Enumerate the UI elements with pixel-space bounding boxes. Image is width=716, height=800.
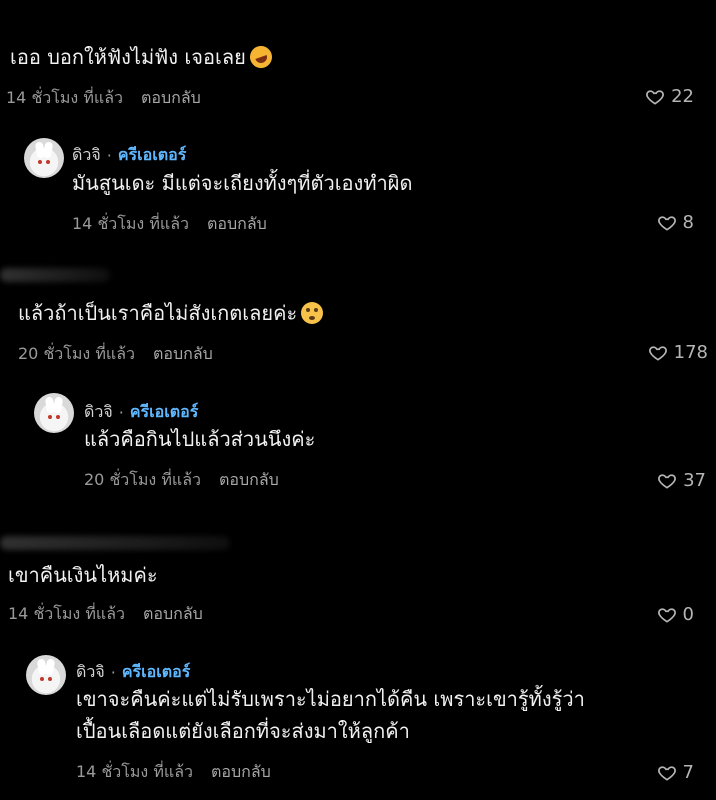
like-button[interactable]: 0 bbox=[657, 604, 694, 625]
reply-button[interactable]: ตอบกลับ bbox=[153, 342, 213, 367]
comment-meta: 14 ชั่วโมง ที่แล้ว ตอบกลับ bbox=[8, 602, 203, 627]
author-separator: · bbox=[110, 663, 116, 682]
blurred-username bbox=[0, 268, 110, 282]
blurred-username bbox=[0, 536, 230, 550]
reply-author: ดิวจิ · ครีเอเตอร์ bbox=[84, 400, 198, 425]
reply-button[interactable]: ตอบกลับ bbox=[141, 86, 201, 111]
reply-time: 20 ชั่วโมง ที่แล้ว bbox=[84, 470, 201, 489]
heart-outline-icon bbox=[657, 215, 676, 231]
reply-meta: 20 ชั่วโมง ที่แล้ว ตอบกลับ bbox=[84, 468, 279, 493]
laughing-emoji-icon bbox=[246, 42, 275, 72]
reply-button[interactable]: ตอบกลับ bbox=[207, 212, 267, 237]
author-separator: · bbox=[106, 146, 112, 165]
comment-time: 20 ชั่วโมง ที่แล้ว bbox=[18, 344, 135, 363]
comment-text: เขาคืนเงินไหมค่ะ bbox=[8, 563, 158, 587]
like-count: 7 bbox=[682, 762, 694, 783]
reply-button[interactable]: ตอบกลับ bbox=[219, 468, 279, 493]
reply-time: 14 ชั่วโมง ที่แล้ว bbox=[76, 762, 193, 781]
heart-outline-icon bbox=[648, 345, 667, 361]
creator-avatar[interactable] bbox=[34, 393, 74, 433]
like-button[interactable]: 8 bbox=[657, 212, 694, 233]
comment-text-content: แล้วถ้าเป็นเราคือไม่สังเกตเลยค่ะ bbox=[18, 301, 298, 325]
like-button[interactable]: 37 bbox=[657, 470, 706, 491]
like-count: 178 bbox=[673, 342, 708, 363]
reply-button[interactable]: ตอบกลับ bbox=[143, 602, 203, 627]
comment-time: 14 ชั่วโมง ที่แล้ว bbox=[8, 604, 125, 623]
author-separator: · bbox=[118, 403, 124, 422]
author-name[interactable]: ดิวจิ bbox=[72, 143, 101, 168]
heart-outline-icon bbox=[657, 765, 676, 781]
reply-text: มันสูนเดะ มีแต่จะเถียงทั้งๆที่ตัวเองทำผิ… bbox=[72, 171, 413, 195]
creator-badge: ครีเอเตอร์ bbox=[121, 662, 191, 681]
heart-outline-icon bbox=[646, 89, 665, 105]
like-count: 37 bbox=[683, 470, 706, 491]
comment-text: เออ บอกให้ฟังไม่ฟัง เจอเลย bbox=[10, 42, 275, 72]
reply-meta: 14 ชั่วโมง ที่แล้ว ตอบกลับ bbox=[72, 212, 267, 237]
reply-text-line-1: เขาจะคืนค่ะแต่ไม่รับเพราะไม่อยากได้คืน เ… bbox=[76, 687, 585, 711]
comment-time: 14 ชั่วโมง ที่แล้ว bbox=[6, 88, 123, 107]
reply-time: 14 ชั่วโมง ที่แล้ว bbox=[72, 214, 189, 233]
flushed-emoji-icon bbox=[301, 302, 324, 324]
like-count: 8 bbox=[682, 212, 694, 233]
like-count: 0 bbox=[682, 604, 694, 625]
comment-text: แล้วถ้าเป็นเราคือไม่สังเกตเลยค่ะ bbox=[18, 300, 324, 326]
reply-text-line-2: เปื้อนเลือดแต่ยังเลือกที่จะส่งมาให้ลูกค้… bbox=[76, 719, 410, 743]
heart-outline-icon bbox=[658, 473, 677, 489]
reply-meta: 14 ชั่วโมง ที่แล้ว ตอบกลับ bbox=[76, 760, 271, 785]
heart-outline-icon bbox=[657, 607, 676, 623]
creator-badge: ครีเอเตอร์ bbox=[129, 402, 199, 421]
like-button[interactable]: 22 bbox=[645, 86, 694, 107]
creator-avatar[interactable] bbox=[24, 138, 64, 178]
like-count: 22 bbox=[671, 86, 694, 107]
author-name[interactable]: ดิวจิ bbox=[84, 400, 113, 425]
reply-text: แล้วคือกินไปแล้วส่วนนึงค่ะ bbox=[84, 427, 316, 451]
creator-avatar[interactable] bbox=[26, 655, 66, 695]
comment-meta: 20 ชั่วโมง ที่แล้ว ตอบกลับ bbox=[18, 342, 213, 367]
reply-author: ดิวจิ · ครีเอเตอร์ bbox=[72, 143, 186, 168]
author-name[interactable]: ดิวจิ bbox=[76, 660, 105, 685]
reply-author: ดิวจิ · ครีเอเตอร์ bbox=[76, 660, 190, 685]
comment-text-content: เออ บอกให้ฟังไม่ฟัง เจอเลย bbox=[10, 45, 246, 69]
creator-badge: ครีเอเตอร์ bbox=[117, 145, 187, 164]
reply-button[interactable]: ตอบกลับ bbox=[211, 760, 271, 785]
comment-meta: 14 ชั่วโมง ที่แล้ว ตอบกลับ bbox=[6, 86, 201, 111]
like-button[interactable]: 7 bbox=[657, 762, 694, 783]
like-button[interactable]: 178 bbox=[648, 342, 708, 363]
